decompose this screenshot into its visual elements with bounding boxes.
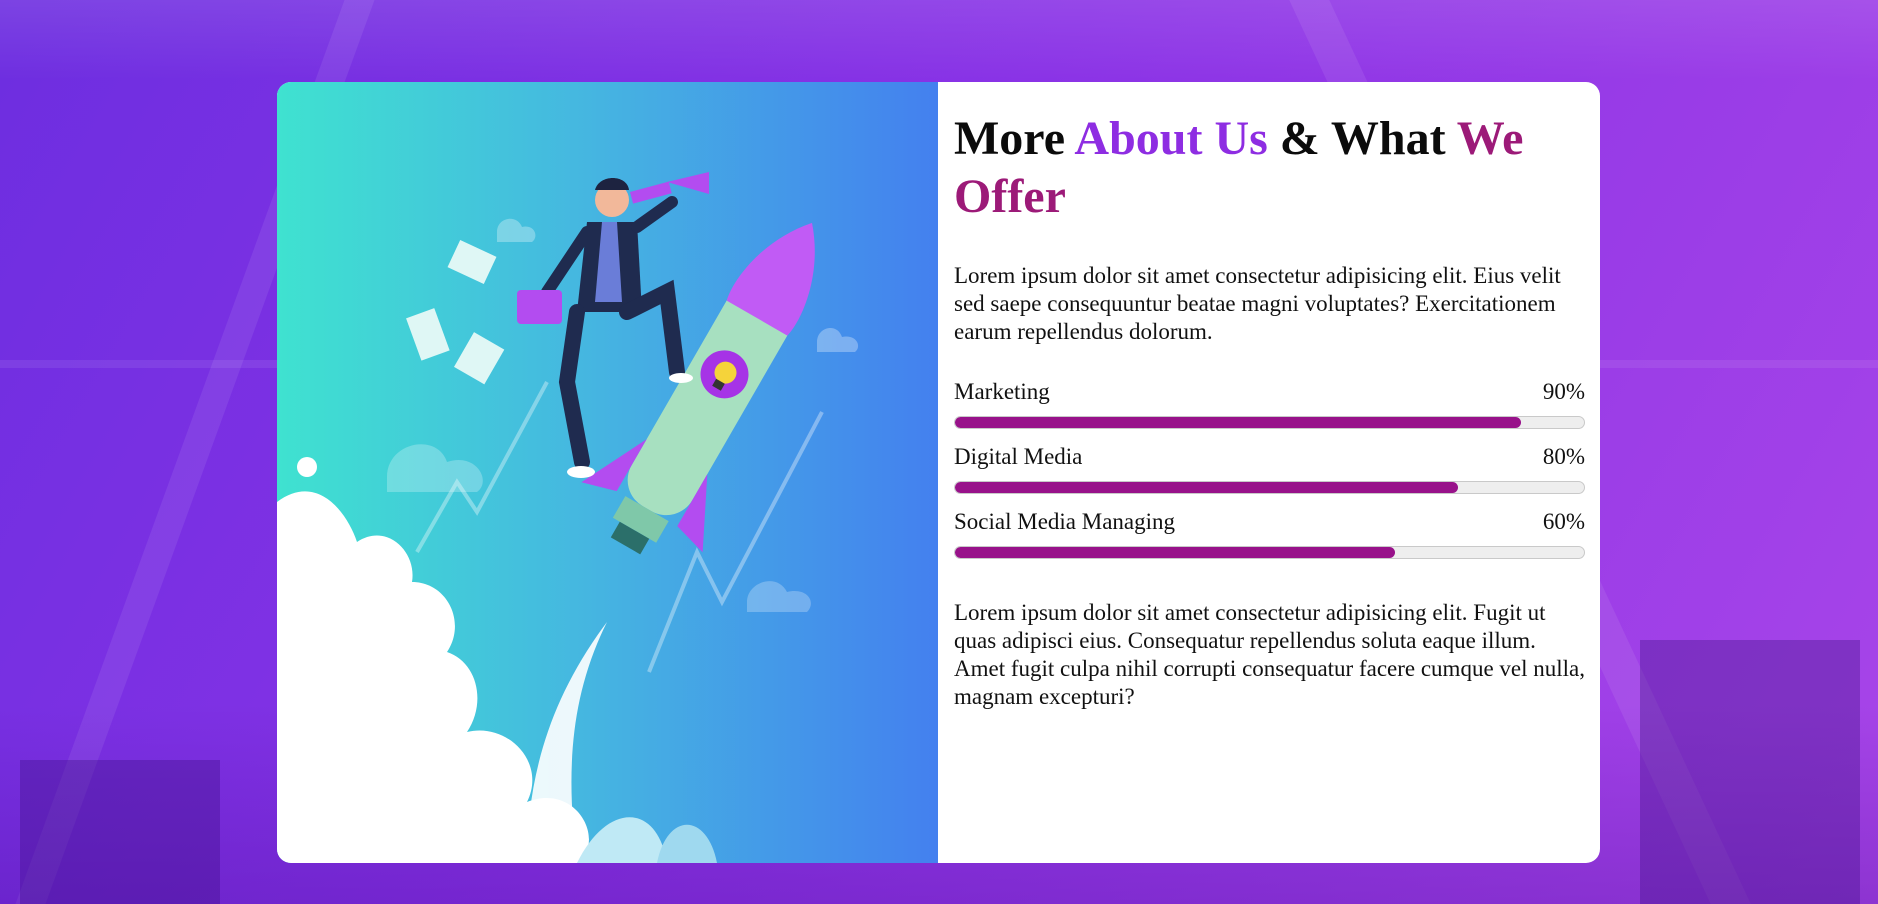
- progress-bar-fill: [955, 417, 1522, 428]
- skills-list: Marketing 90% Digital Media 80% Social M…: [954, 378, 1585, 559]
- skill-percent: 90%: [1542, 379, 1585, 404]
- progress-bar-track: [954, 481, 1585, 494]
- about-content: More About Us & What We Offer Lorem ipsu…: [938, 82, 1600, 863]
- rocket-businessman-illustration: [277, 82, 938, 863]
- progress-bar-track: [954, 416, 1585, 429]
- skill-label: Marketing: [954, 379, 1050, 404]
- skill-item: Marketing 90%: [954, 378, 1585, 429]
- skill-percent: 60%: [1542, 509, 1585, 534]
- about-card: More About Us & What We Offer Lorem ipsu…: [277, 82, 1600, 863]
- skill-item: Digital Media 80%: [954, 443, 1585, 494]
- outro-paragraph: Lorem ipsum dolor sit amet consectetur a…: [954, 600, 1585, 709]
- skill-label: Digital Media: [954, 444, 1083, 469]
- progress-bar-fill: [955, 547, 1396, 558]
- title-highlight-about-us: About Us: [1074, 112, 1268, 165]
- illustration-svg: [277, 172, 859, 863]
- title-part-3: & What: [1267, 112, 1457, 165]
- section-title: More About Us & What We Offer: [954, 110, 1585, 226]
- intro-paragraph: Lorem ipsum dolor sit amet consectetur a…: [954, 263, 1561, 344]
- skill-label: Social Media Managing: [954, 509, 1176, 534]
- title-part-1: More: [954, 112, 1075, 165]
- skill-percent: 80%: [1542, 444, 1585, 469]
- progress-bar-fill: [955, 482, 1459, 493]
- skill-item: Social Media Managing 60%: [954, 508, 1585, 559]
- progress-bar-track: [954, 546, 1585, 559]
